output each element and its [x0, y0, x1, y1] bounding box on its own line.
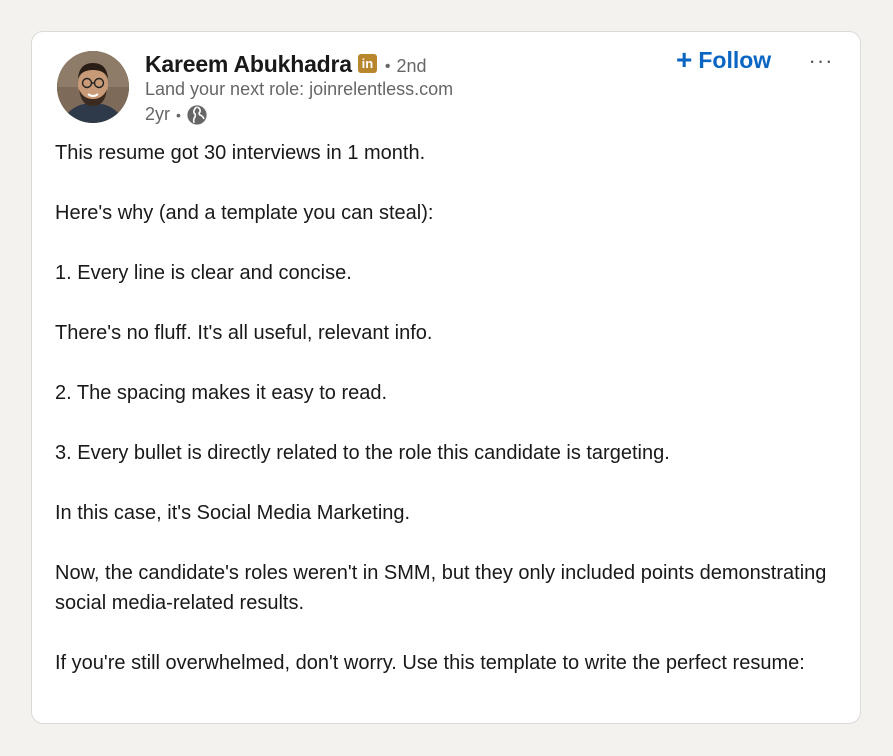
post-paragraph: 1. Every line is clear and concise.: [55, 262, 352, 284]
post-paragraph: 2. The spacing makes it easy to read.: [55, 382, 388, 404]
avatar-photo: [57, 51, 129, 123]
linkedin-premium-icon: in: [357, 54, 377, 73]
post-time[interactable]: 2yr: [145, 104, 170, 125]
connection-degree: 2nd: [396, 56, 427, 76]
post-card: Kareem Abukhadra in • 2nd Land your next…: [31, 31, 861, 724]
avatar[interactable]: [57, 51, 129, 123]
post-paragraph: Now, the candidate's roles weren't in SM…: [55, 562, 827, 614]
more-options-icon[interactable]: ···: [806, 46, 836, 76]
post-paragraph: If you're still overwhelmed, don't worry…: [55, 652, 805, 674]
globe-icon: [187, 104, 207, 125]
follow-label: Follow: [698, 46, 772, 73]
post-text: This resume got 30 interviews in 1 month…: [55, 138, 835, 678]
post-paragraph: In this case, it's Social Media Marketin…: [55, 502, 411, 524]
post-paragraph: This resume got 30 interviews in 1 month…: [55, 142, 426, 164]
separator-dot: •: [384, 57, 391, 75]
post-paragraph: There's no fluff. It's all useful, relev…: [55, 322, 433, 344]
post-paragraph: Here's why (and a template you can steal…: [55, 202, 434, 224]
plus-icon: +: [676, 44, 693, 75]
follow-button[interactable]: + Follow: [676, 46, 771, 74]
author-headline: Land your next role: joinrelentless.com: [145, 79, 454, 99]
post-paragraph: 3. Every bullet is directly related to t…: [55, 442, 670, 464]
author-name-row: Kareem Abukhadra in • 2nd: [145, 51, 427, 78]
separator-dot: •: [176, 106, 181, 123]
post-meta: 2yr •: [145, 104, 207, 125]
author-name[interactable]: Kareem Abukhadra: [145, 51, 352, 78]
